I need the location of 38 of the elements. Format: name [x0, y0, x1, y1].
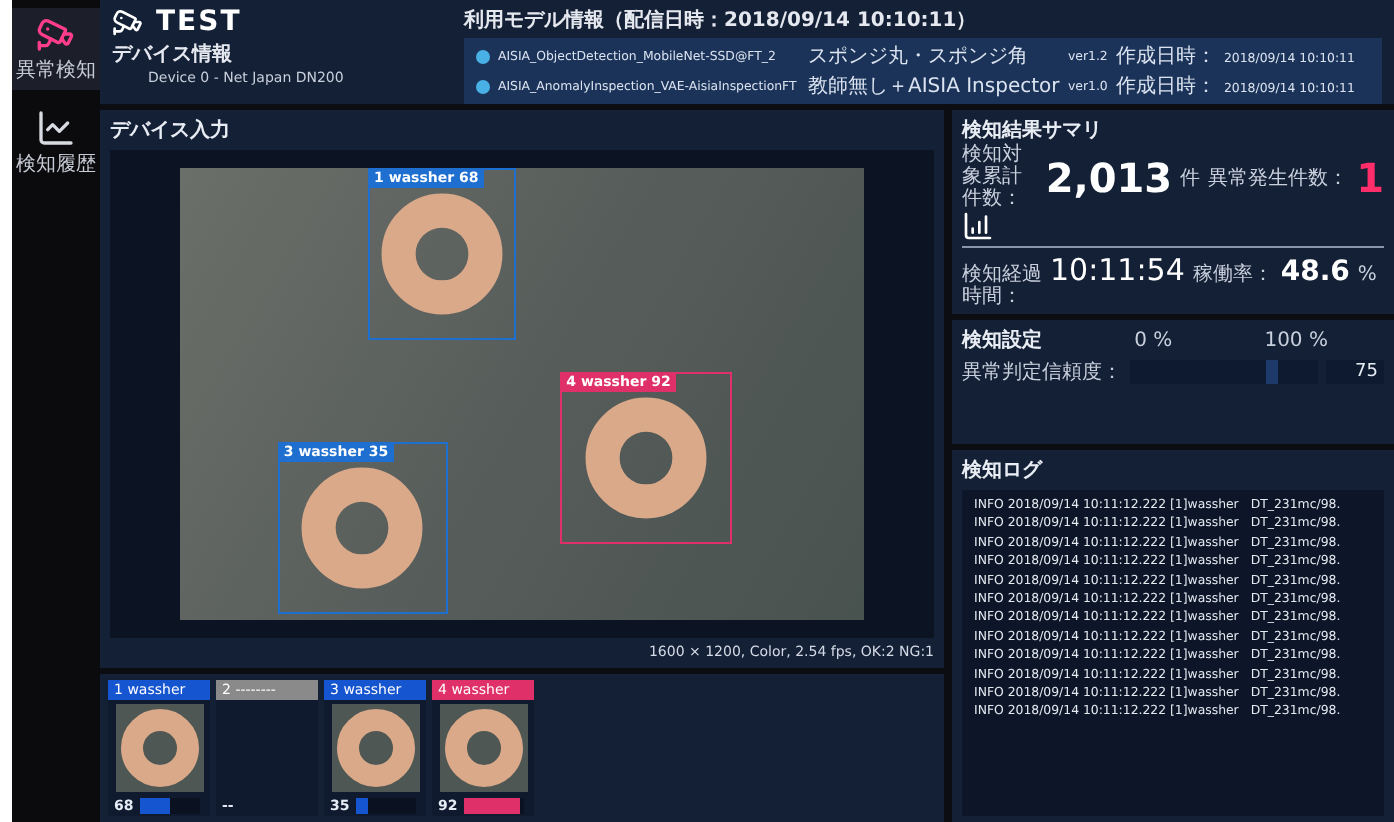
line-chart-icon: [36, 108, 76, 148]
unit-label: 件: [1180, 165, 1201, 191]
threshold-value: 75: [1326, 360, 1384, 384]
washer-drawing: [583, 395, 708, 520]
model-category: 教師無し＋AISIA Inspector: [808, 74, 1062, 100]
total-count: 2,013: [1045, 153, 1173, 201]
max-label: 100 %: [1264, 330, 1328, 352]
unit-label: %: [1357, 264, 1377, 286]
rate-value: 48.6: [1280, 256, 1350, 288]
device-label: デバイス情報: [112, 41, 234, 68]
dot-icon: [476, 79, 490, 93]
panel-title: 検知ログ: [962, 457, 1045, 484]
panel-title: 検知結果サマリ: [962, 117, 1104, 143]
camera-icon: [112, 6, 144, 38]
dot-icon: [476, 49, 490, 63]
bar-chart-icon: [962, 210, 994, 242]
anomaly-count: 1: [1356, 153, 1384, 201]
washer-drawing: [379, 191, 504, 316]
created-label: 作成日時：: [1116, 43, 1216, 70]
rate-label: 稼働率：: [1192, 261, 1273, 288]
total-label: 検知対象累計件数：: [962, 144, 1024, 210]
washer-drawing: [300, 465, 425, 590]
model-category: スポンジ丸・スポンジ角: [808, 43, 1030, 70]
sidebar-item[interactable]: 検知履歴: [12, 102, 100, 184]
sidebar-item[interactable]: 異常検知: [12, 8, 100, 90]
anomaly-label: 異常発生件数：: [1208, 165, 1349, 191]
elapsed-time: 10:11:54: [1050, 252, 1185, 288]
slider-track[interactable]: [1130, 360, 1318, 384]
slider-thumb[interactable]: [1265, 360, 1277, 384]
min-label: 0 %: [1134, 330, 1173, 352]
app-title: TEST: [156, 6, 242, 38]
created-label: 作成日時：: [1116, 73, 1216, 100]
model-info-title: 利用モデル情報（配信日時：2018/09/14 10:10:11）: [464, 7, 979, 34]
camera-icon: [36, 14, 76, 54]
elapsed-label: 検知経過時間：: [962, 264, 1042, 308]
threshold-label: 異常判定信頼度：: [962, 359, 1122, 386]
panel-title: デバイス入力: [110, 117, 232, 144]
panel-title: 検知設定: [962, 326, 1042, 354]
